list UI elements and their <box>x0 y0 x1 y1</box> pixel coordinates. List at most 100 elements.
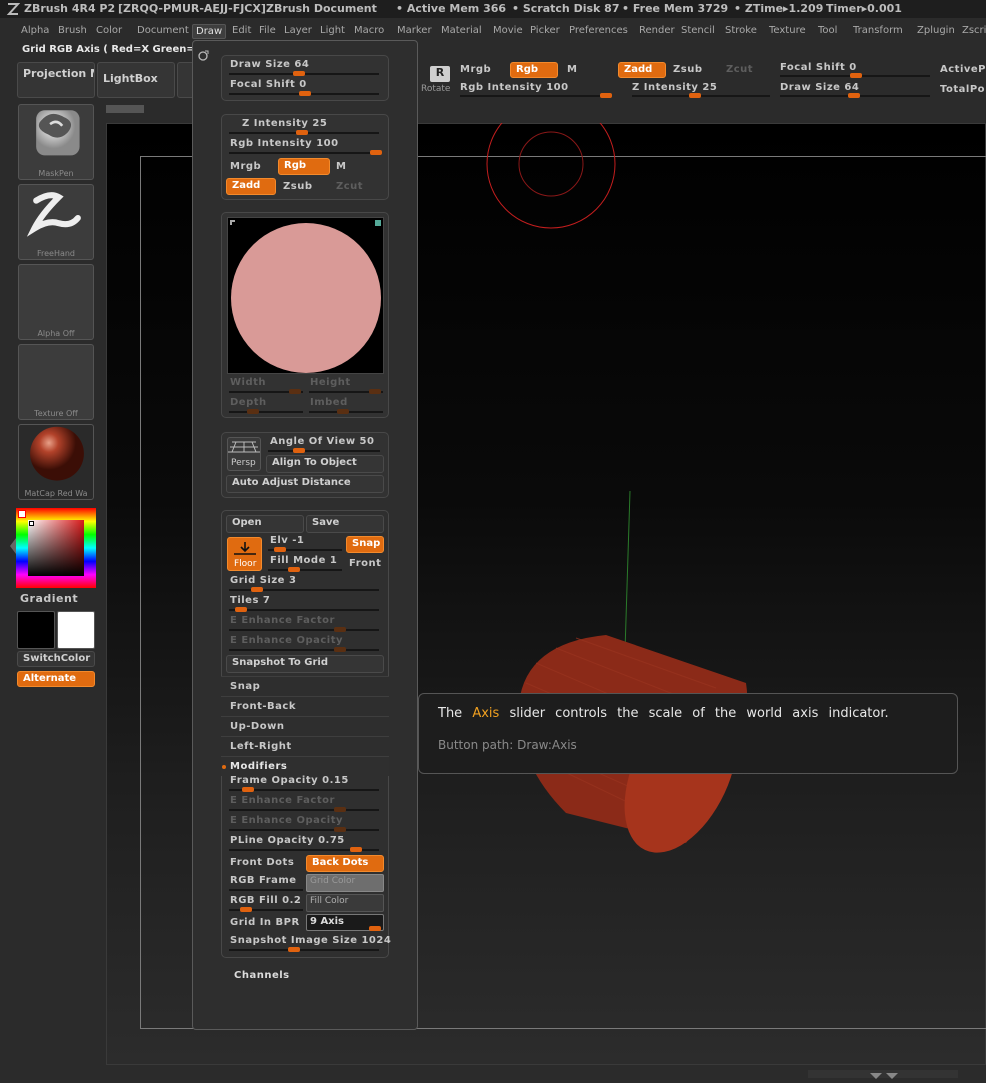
menu-transform[interactable]: Transform <box>850 24 906 37</box>
menu-stencil[interactable]: Stencil <box>678 24 718 37</box>
top-rgb-intensity-slider[interactable]: Rgb Intensity 100 <box>460 82 569 93</box>
menu-zscript[interactable]: Zscript <box>959 24 986 37</box>
axis-slider[interactable]: 9 Axis <box>306 914 384 931</box>
top-m-button[interactable]: M <box>567 64 577 75</box>
frame-opacity-slider[interactable]: Frame Opacity 0.15 <box>230 775 349 786</box>
alternate-button[interactable]: Alternate <box>17 671 95 687</box>
zsub-button[interactable]: Zsub <box>283 181 312 192</box>
height-knob[interactable] <box>369 389 381 394</box>
top-rgb-button[interactable]: Rgb <box>510 62 558 78</box>
height-slider[interactable]: Height <box>310 377 351 388</box>
top-draw-size-knob[interactable] <box>848 93 860 98</box>
menu-preferences[interactable]: Preferences <box>566 24 631 37</box>
fill-mode-slider[interactable]: Fill Mode 1 <box>270 555 337 566</box>
zadd-button[interactable]: Zadd <box>226 178 276 195</box>
primary-color-swatch[interactable] <box>18 510 26 518</box>
e-enhance-opacity-slider[interactable]: E Enhance Opacity <box>230 635 343 646</box>
axis-knob[interactable] <box>369 926 381 931</box>
palette-pin-icon[interactable] <box>197 50 209 62</box>
rgb-frame-button[interactable]: RGB Frame <box>230 875 297 886</box>
rgb-button[interactable]: Rgb <box>278 158 330 175</box>
top-zadd-button[interactable]: Zadd <box>618 62 666 78</box>
fill-color-swatch[interactable]: Fill Color <box>306 894 384 912</box>
top-draw-size-slider[interactable]: Draw Size 64 <box>780 82 859 93</box>
left-right-row[interactable]: Left-Right <box>221 736 389 756</box>
depth-slider[interactable]: Depth <box>230 397 267 408</box>
canvas-scroll-handle[interactable] <box>106 105 144 113</box>
floor-button[interactable]: Floor <box>227 537 262 571</box>
snapshot-image-size-slider[interactable]: Snapshot Image Size 1024 <box>230 935 391 946</box>
menu-macro[interactable]: Macro <box>351 24 387 37</box>
bottom-shelf-tab[interactable] <box>808 1070 958 1079</box>
menu-tool[interactable]: Tool <box>815 24 840 37</box>
menu-material[interactable]: Material <box>438 24 485 37</box>
snap-row[interactable]: Snap <box>221 676 389 696</box>
menu-layer[interactable]: Layer <box>281 24 315 37</box>
channels-section[interactable]: Channels <box>234 970 290 981</box>
main-color-swatch[interactable] <box>17 611 55 649</box>
angle-of-view-slider[interactable]: Angle Of View 50 <box>270 436 374 447</box>
rgb-intensity-slider[interactable]: Rgb Intensity 100 <box>230 138 339 149</box>
switchcolor-button[interactable]: SwitchColor <box>17 651 95 667</box>
menu-document[interactable]: Document <box>134 24 192 37</box>
e-enhance-factor-knob[interactable] <box>334 627 346 632</box>
snapshot-image-size-knob[interactable] <box>288 947 300 952</box>
brush-thumbnail[interactable]: MaskPen <box>18 104 94 180</box>
save-button[interactable]: Save <box>306 515 384 533</box>
z-intensity-slider[interactable]: Z Intensity 25 <box>242 118 327 129</box>
menu-stroke[interactable]: Stroke <box>722 24 760 37</box>
back-dots-button[interactable]: Back Dots <box>306 855 384 872</box>
pline-opacity-knob[interactable] <box>350 847 362 852</box>
up-down-row[interactable]: Up-Down <box>221 716 389 736</box>
alpha-thumbnail[interactable]: Alpha Off <box>18 264 94 340</box>
auto-adjust-distance-button[interactable]: Auto Adjust Distance <box>226 475 384 493</box>
tiles-slider[interactable]: Tiles 7 <box>230 595 270 606</box>
tiles-knob[interactable] <box>235 607 247 612</box>
rotate-icon[interactable]: R <box>430 66 450 82</box>
elv-knob[interactable] <box>274 547 286 552</box>
menu-picker[interactable]: Picker <box>527 24 563 37</box>
grid-in-bpr-button[interactable]: Grid In BPR <box>230 917 300 928</box>
material-thumbnail[interactable]: MatCap Red Wa <box>18 424 94 500</box>
grid-size-slider[interactable]: Grid Size 3 <box>230 575 296 586</box>
draw-size-slider[interactable]: Draw Size 64 <box>230 59 309 70</box>
imbed-slider[interactable]: Imbed <box>310 397 348 408</box>
focal-shift-slider[interactable]: Focal Shift 0 <box>230 79 307 90</box>
menu-alpha[interactable]: Alpha <box>18 24 52 37</box>
angle-of-view-knob[interactable] <box>293 448 305 453</box>
align-to-object-button[interactable]: Align To Object <box>266 455 384 473</box>
brush-preview[interactable] <box>227 217 384 374</box>
persp-button[interactable]: Persp <box>227 437 261 471</box>
rgb-fill-knob[interactable] <box>240 907 252 912</box>
top-z-intensity-knob[interactable] <box>689 93 701 98</box>
fill-mode-knob[interactable] <box>288 567 300 572</box>
color-picker-cursor[interactable] <box>29 521 34 526</box>
projection-master-button[interactable]: Projection Master <box>17 62 95 98</box>
imbed-knob[interactable] <box>337 409 349 414</box>
menu-brush[interactable]: Brush <box>55 24 90 37</box>
e-enhance-factor-2-slider[interactable]: E Enhance Factor <box>230 795 335 806</box>
lightbox-button[interactable]: LightBox <box>97 62 175 98</box>
texture-thumbnail[interactable]: Texture Off <box>18 344 94 420</box>
menu-file[interactable]: File <box>256 24 279 37</box>
draw-size-knob[interactable] <box>293 71 305 76</box>
front-dots-button[interactable]: Front Dots <box>230 857 294 868</box>
z-intensity-knob[interactable] <box>296 130 308 135</box>
stroke-thumbnail[interactable]: FreeHand <box>18 184 94 260</box>
e-enhance-factor-slider[interactable]: E Enhance Factor <box>230 615 335 626</box>
top-z-intensity-slider[interactable]: Z Intensity 25 <box>632 82 717 93</box>
menu-texture[interactable]: Texture <box>766 24 809 37</box>
top-mrgb-button[interactable]: Mrgb <box>460 64 491 75</box>
width-knob[interactable] <box>289 389 301 394</box>
mrgb-button[interactable]: Mrgb <box>230 161 261 172</box>
menu-light[interactable]: Light <box>317 24 348 37</box>
menu-zplugin[interactable]: Zplugin <box>914 24 958 37</box>
depth-knob[interactable] <box>247 409 259 414</box>
e-enhance-opacity-2-slider[interactable]: E Enhance Opacity <box>230 815 343 826</box>
grid-color-swatch[interactable]: Grid Color <box>306 874 384 892</box>
m-button[interactable]: M <box>336 161 346 172</box>
modifiers-row[interactable]: Modifiers <box>221 756 389 776</box>
menu-edit[interactable]: Edit <box>229 24 254 37</box>
menu-movie[interactable]: Movie <box>490 24 526 37</box>
menu-marker[interactable]: Marker <box>394 24 435 37</box>
